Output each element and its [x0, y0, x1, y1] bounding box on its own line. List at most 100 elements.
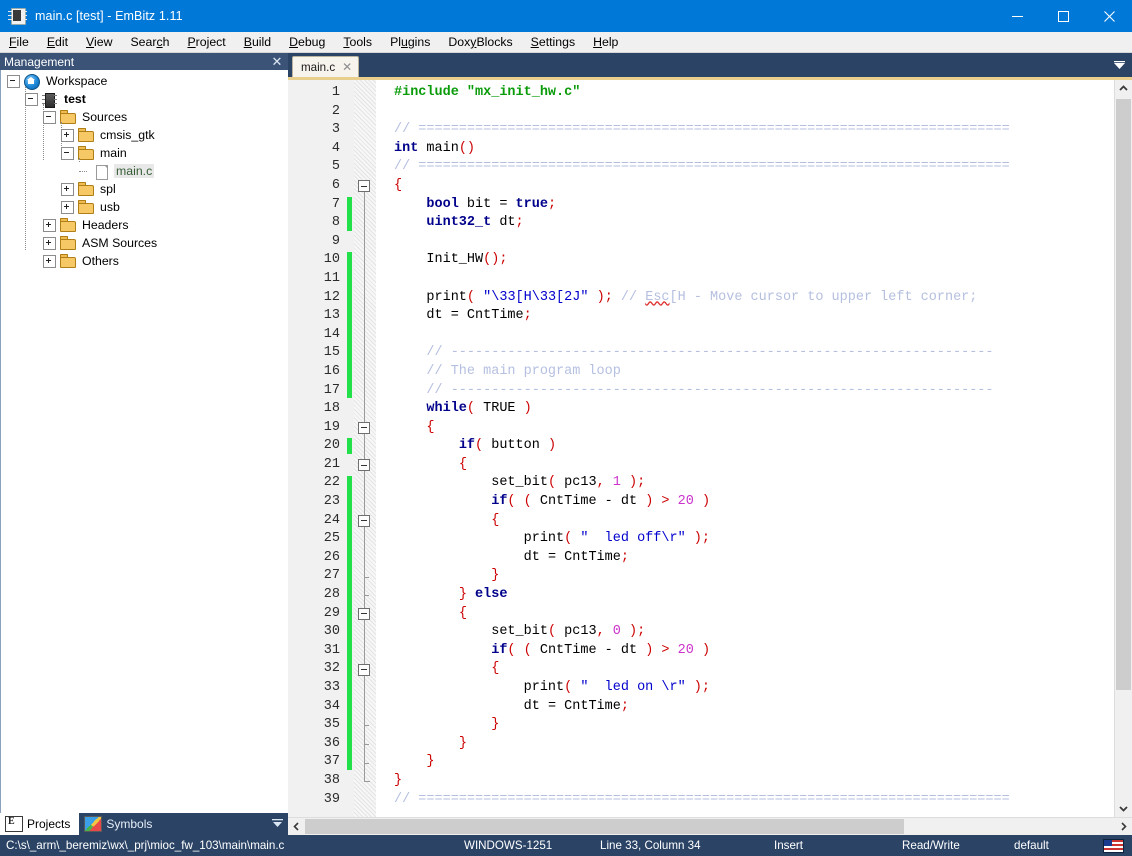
editor-tab-close-icon[interactable]: ✕: [342, 60, 352, 74]
fold-toggle[interactable]: [358, 459, 370, 471]
fold-toggle[interactable]: [358, 607, 370, 620]
code-line[interactable]: print( " led off\r" );: [394, 530, 1114, 549]
scroll-down-button[interactable]: [1115, 800, 1132, 817]
code-line[interactable]: if( ( CntTime - dt ) > 20 ): [394, 642, 1114, 661]
code-line[interactable]: // =====================================…: [394, 158, 1114, 177]
horizontal-scroll-track[interactable]: [305, 818, 1115, 835]
code-line[interactable]: [394, 270, 1114, 289]
code-line[interactable]: if( button ): [394, 437, 1114, 456]
code-line[interactable]: uint32_t dt;: [394, 214, 1114, 233]
management-tab-projects[interactable]: Projects: [0, 813, 80, 835]
menu-item-debug[interactable]: Debug: [280, 32, 334, 52]
code-line[interactable]: // The main program loop: [394, 363, 1114, 382]
code-area[interactable]: 1 2 3 4 5 6 7 8 9 10 11 12 13 14 15 16 17 18 19 20 21 22 23 24 2…: [288, 80, 1114, 817]
code-line[interactable]: {: [394, 605, 1114, 624]
tree-item-main-c[interactable]: main.c: [1, 162, 288, 180]
fold-toggle[interactable]: [358, 663, 370, 676]
code-line[interactable]: // =====================================…: [394, 791, 1114, 810]
code-line[interactable]: } else: [394, 586, 1114, 605]
code-line[interactable]: dt = CntTime;: [394, 307, 1114, 326]
menu-item-edit[interactable]: Edit: [38, 32, 77, 52]
code-line[interactable]: // -------------------------------------…: [394, 344, 1114, 363]
code-line[interactable]: if( ( CntTime - dt ) > 20 ): [394, 493, 1114, 512]
code-line[interactable]: {: [394, 512, 1114, 531]
code-line[interactable]: #include "mx_init_hw.c": [394, 84, 1114, 103]
menu-item-file[interactable]: File: [0, 32, 38, 52]
fold-toggle[interactable]: [358, 514, 370, 527]
code-line[interactable]: while( TRUE ): [394, 400, 1114, 419]
code-token: =: [547, 549, 557, 565]
fold-gutter[interactable]: [354, 80, 376, 817]
code-text[interactable]: #include "mx_init_hw.c" // =============…: [376, 80, 1114, 817]
code-line[interactable]: {: [394, 419, 1114, 438]
expand-icon[interactable]: [43, 254, 56, 268]
code-line[interactable]: }: [394, 753, 1114, 772]
menu-item-project[interactable]: Project: [178, 32, 234, 52]
code-line[interactable]: {: [394, 177, 1114, 196]
code-line[interactable]: // -------------------------------------…: [394, 382, 1114, 401]
bottom-tabs-menu-button[interactable]: [266, 813, 288, 835]
menu-item-settings[interactable]: Settings: [522, 32, 584, 52]
expand-icon[interactable]: [43, 236, 56, 250]
code-line[interactable]: print( "\33[H\33[2J" ); // Esc[H - Move …: [394, 289, 1114, 308]
scroll-right-button[interactable]: [1115, 818, 1132, 835]
code-line[interactable]: }: [394, 716, 1114, 735]
project-tree[interactable]: Workspace test Sources cmsis_gtk main main.c s…: [0, 70, 288, 813]
horizontal-scroll-thumb[interactable]: [305, 819, 905, 834]
tree-item-usb[interactable]: usb: [1, 198, 288, 216]
code-token: ): [629, 624, 638, 640]
code-line[interactable]: dt = CntTime;: [394, 549, 1114, 568]
menu-item-help[interactable]: Help: [584, 32, 627, 52]
fold-toggle[interactable]: [358, 180, 370, 192]
code-line[interactable]: }: [394, 772, 1114, 791]
menu-item-plugins[interactable]: Plugins: [381, 32, 439, 52]
code-line[interactable]: [394, 326, 1114, 345]
management-close-icon[interactable]: ✕: [266, 54, 288, 69]
collapse-icon[interactable]: [7, 74, 20, 88]
scroll-left-button[interactable]: [288, 818, 305, 835]
tree-item-asm-sources[interactable]: ASM Sources: [1, 234, 288, 252]
editor-tab-main-c[interactable]: main.c ✕: [292, 56, 360, 77]
tree-item-workspace[interactable]: Workspace: [1, 72, 288, 90]
minimize-button[interactable]: [994, 0, 1040, 32]
code-line[interactable]: // =====================================…: [394, 121, 1114, 140]
code-line[interactable]: set_bit( pc13, 0 );: [394, 623, 1114, 642]
tree-item-others[interactable]: Others: [1, 252, 288, 270]
menu-item-doxyblocks[interactable]: DoxyBlocks: [439, 32, 521, 52]
tree-item-spl[interactable]: spl: [1, 180, 288, 198]
expand-icon[interactable]: [61, 200, 74, 214]
tab-list-dropdown-button[interactable]: [1106, 55, 1132, 77]
code-line[interactable]: {: [394, 660, 1114, 679]
menu-item-search[interactable]: Search: [121, 32, 178, 52]
code-line[interactable]: [394, 233, 1114, 252]
code-line[interactable]: int main(): [394, 140, 1114, 159]
code-token: int: [394, 140, 419, 156]
scroll-up-button[interactable]: [1115, 80, 1132, 97]
menu-item-tools[interactable]: Tools: [334, 32, 381, 52]
menu-item-build[interactable]: Build: [235, 32, 280, 52]
maximize-button[interactable]: [1040, 0, 1086, 32]
code-line[interactable]: dt = CntTime;: [394, 698, 1114, 717]
vertical-scroll-thumb[interactable]: [1116, 99, 1131, 690]
menu-item-view[interactable]: View: [77, 32, 121, 52]
code-line[interactable]: set_bit( pc13, 1 );: [394, 474, 1114, 493]
vertical-scrollbar[interactable]: [1114, 80, 1132, 817]
code-line[interactable]: {: [394, 456, 1114, 475]
horizontal-scrollbar[interactable]: [288, 817, 1132, 835]
management-tab-symbols[interactable]: Symbols: [79, 813, 161, 835]
tree-item-headers[interactable]: Headers: [1, 216, 288, 234]
code-line[interactable]: Init_HW();: [394, 251, 1114, 270]
expand-icon[interactable]: [43, 218, 56, 232]
code-line[interactable]: }: [394, 567, 1114, 586]
code-line[interactable]: print( " led on \r" );: [394, 679, 1114, 698]
code-line[interactable]: [394, 103, 1114, 122]
expand-icon[interactable]: [61, 182, 74, 196]
code-line[interactable]: }: [394, 735, 1114, 754]
fold-toggle[interactable]: [358, 421, 370, 434]
line-number: 19: [323, 419, 340, 435]
vertical-scroll-track[interactable]: [1115, 97, 1132, 800]
close-button[interactable]: [1086, 0, 1132, 32]
code-line[interactable]: bool bit = true;: [394, 196, 1114, 215]
